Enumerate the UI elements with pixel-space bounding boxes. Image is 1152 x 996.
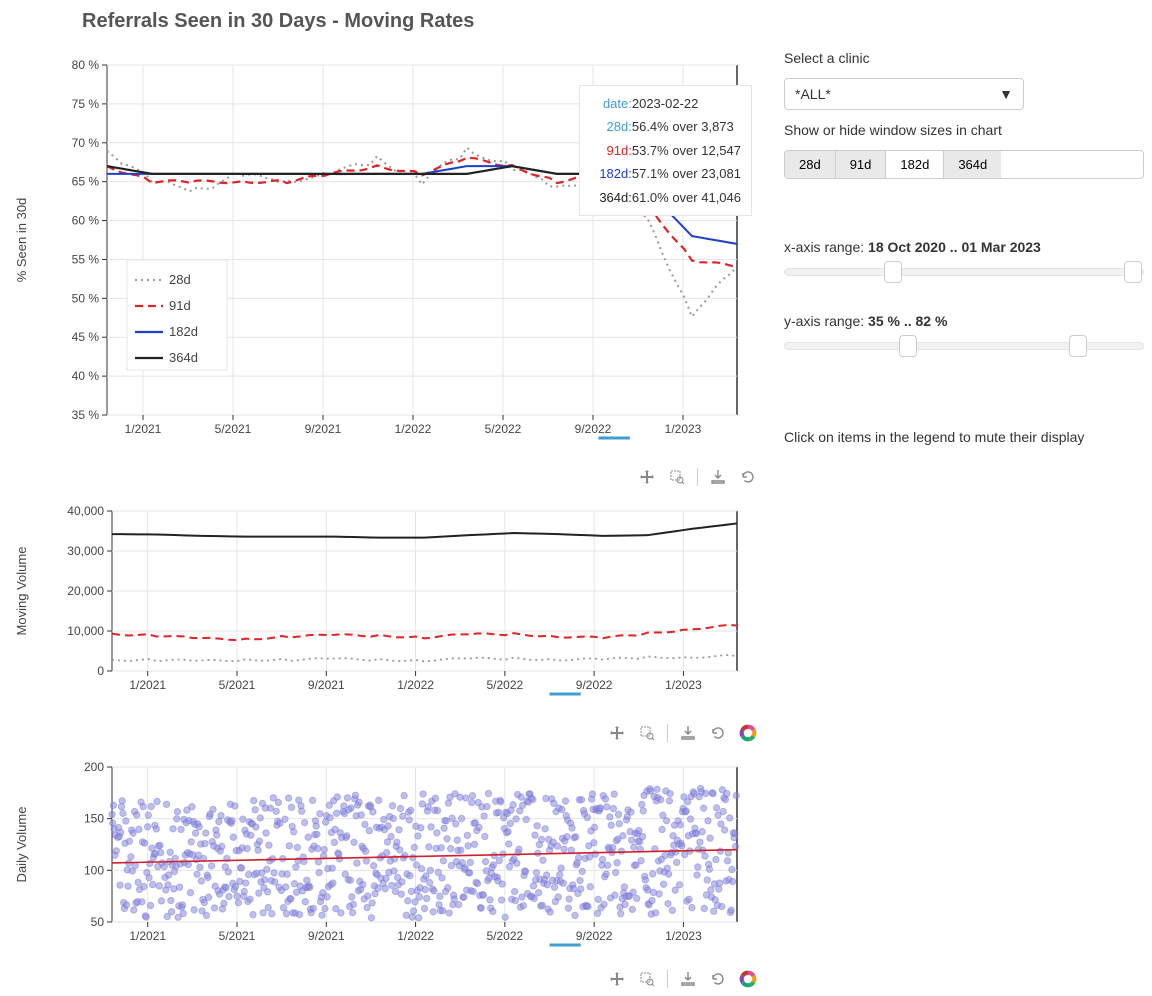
- svg-text:55 %: 55 %: [72, 252, 100, 266]
- svg-text:5/2021: 5/2021: [219, 678, 256, 692]
- svg-text:1/2023: 1/2023: [665, 929, 702, 943]
- yrange-value: 35 % .. 82 %: [868, 313, 947, 329]
- yrange-slider[interactable]: [784, 335, 1144, 357]
- svg-text:100: 100: [84, 863, 104, 877]
- slider-thumb-low[interactable]: [899, 335, 917, 357]
- svg-text:182d: 182d: [169, 324, 198, 339]
- svg-text:5/2021: 5/2021: [215, 422, 252, 436]
- svg-text:40,000: 40,000: [67, 504, 104, 518]
- window-toggle-91d[interactable]: 91d: [836, 151, 887, 178]
- seen30-chart[interactable]: 35 % 40 % 45 % 50 % 55 % 60 % 65 % 70 % 75 % 80 %…: [12, 45, 762, 455]
- slider-thumb-high[interactable]: [1069, 335, 1087, 357]
- chart1-toolbar: [637, 467, 758, 487]
- svg-text:5/2022: 5/2022: [487, 678, 524, 692]
- pan-icon[interactable]: [637, 467, 657, 487]
- daily-chart[interactable]: 50 100 150 200 1/2021 5/2021 9/2021 1/2022 5/202…: [12, 757, 762, 957]
- slider-thumb-high[interactable]: [1124, 261, 1142, 283]
- svg-text:91d: 91d: [169, 298, 191, 313]
- page-title: Referrals Seen in 30 Days - Moving Rates: [82, 10, 762, 33]
- pan-icon[interactable]: [607, 723, 627, 743]
- svg-text:5/2022: 5/2022: [485, 422, 522, 436]
- svg-text:364d: 364d: [169, 350, 198, 365]
- chart2-toolbar: [607, 723, 758, 743]
- svg-text:1/2022: 1/2022: [397, 678, 434, 692]
- svg-text:9/2021: 9/2021: [308, 929, 345, 943]
- chart3-toolbar: [607, 969, 758, 989]
- svg-text:40 %: 40 %: [72, 369, 100, 383]
- pan-icon[interactable]: [607, 969, 627, 989]
- svg-text:20,000: 20,000: [67, 584, 104, 598]
- svg-text:1/2021: 1/2021: [129, 678, 166, 692]
- bokeh-logo-icon[interactable]: [738, 723, 758, 743]
- svg-text:9/2022: 9/2022: [576, 929, 613, 943]
- svg-text:9/2022: 9/2022: [576, 678, 613, 692]
- reset-icon[interactable]: [738, 467, 758, 487]
- svg-text:9/2022: 9/2022: [575, 422, 612, 436]
- svg-text:5/2022: 5/2022: [487, 929, 524, 943]
- svg-text:75 %: 75 %: [72, 97, 100, 111]
- svg-text:Daily Volume: Daily Volume: [14, 807, 29, 883]
- reset-icon[interactable]: [708, 969, 728, 989]
- legend-hint: Click on items in the legend to mute the…: [784, 429, 1144, 445]
- slider-thumb-low[interactable]: [884, 261, 902, 283]
- bokeh-logo-icon[interactable]: [738, 969, 758, 989]
- svg-text:9/2021: 9/2021: [305, 422, 342, 436]
- svg-text:30,000: 30,000: [67, 544, 104, 558]
- svg-text:1/2023: 1/2023: [665, 422, 702, 436]
- svg-text:150: 150: [84, 812, 104, 826]
- svg-text:1/2022: 1/2022: [397, 929, 434, 943]
- yrange-label: y-axis range:: [784, 313, 868, 329]
- clinic-select[interactable]: *ALL* ▼: [784, 78, 1024, 110]
- svg-text:5/2021: 5/2021: [219, 929, 256, 943]
- window-toggle-28d[interactable]: 28d: [785, 151, 836, 178]
- boxzoom-icon[interactable]: [637, 969, 657, 989]
- svg-text:50 %: 50 %: [72, 291, 100, 305]
- window-size-toggle: 28d91d182d364d: [784, 150, 1144, 179]
- clinic-select-label: Select a clinic: [784, 50, 1144, 66]
- save-icon[interactable]: [678, 969, 698, 989]
- chevron-down-icon: ▼: [999, 86, 1013, 102]
- window-toggle-182d[interactable]: 182d: [886, 151, 944, 178]
- boxzoom-icon[interactable]: [667, 467, 687, 487]
- save-icon[interactable]: [678, 723, 698, 743]
- movvol-chart[interactable]: 0 10,000 20,000 30,000 40,000 1/2021 5/2021 9/2…: [12, 501, 762, 711]
- xrange-slider[interactable]: [784, 261, 1144, 283]
- svg-text:35 %: 35 %: [72, 408, 100, 422]
- svg-text:28d: 28d: [169, 272, 191, 287]
- svg-text:9/2021: 9/2021: [308, 678, 345, 692]
- reset-icon[interactable]: [708, 723, 728, 743]
- svg-text:50: 50: [91, 915, 105, 929]
- windows-label: Show or hide window sizes in chart: [784, 122, 1144, 138]
- clinic-select-value: *ALL*: [795, 86, 831, 102]
- svg-text:60 %: 60 %: [72, 214, 100, 228]
- svg-text:45 %: 45 %: [72, 330, 100, 344]
- svg-text:Moving Volume: Moving Volume: [14, 547, 29, 636]
- svg-text:70 %: 70 %: [72, 136, 100, 150]
- svg-text:0: 0: [97, 664, 104, 678]
- svg-text:% Seen in 30d: % Seen in 30d: [14, 198, 29, 283]
- svg-text:1/2021: 1/2021: [129, 929, 166, 943]
- xrange-label: x-axis range:: [784, 239, 868, 255]
- save-icon[interactable]: [708, 467, 728, 487]
- svg-text:1/2023: 1/2023: [665, 678, 702, 692]
- window-toggle-364d[interactable]: 364d: [944, 151, 1001, 178]
- svg-text:1/2021: 1/2021: [125, 422, 162, 436]
- svg-text:80 %: 80 %: [72, 58, 100, 72]
- svg-text:65 %: 65 %: [72, 175, 100, 189]
- svg-text:10,000: 10,000: [67, 624, 104, 638]
- svg-text:1/2022: 1/2022: [395, 422, 432, 436]
- xrange-value: 18 Oct 2020 .. 01 Mar 2023: [868, 239, 1041, 255]
- svg-text:200: 200: [84, 760, 104, 774]
- boxzoom-icon[interactable]: [637, 723, 657, 743]
